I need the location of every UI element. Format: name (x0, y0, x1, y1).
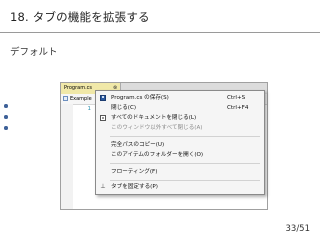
tab-context-menu: Program.cs の保存(S) Ctrl+S 閉じる(C) Ctrl+F4 … (95, 90, 265, 195)
page-number: 33/51 (285, 224, 311, 234)
slide: 18. タブの機能を拡張する デフォルト Program.cs ⊗ Exampl… (0, 0, 320, 240)
menu-item-label: Program.cs の保存(S) (111, 95, 169, 101)
title-divider (0, 32, 320, 33)
menu-item-close[interactable]: 閉じる(C) Ctrl+F4 (96, 103, 264, 113)
menu-item-pin-tab[interactable]: ⊥ タブを固定する(P) (96, 182, 264, 192)
save-icon (100, 95, 106, 101)
nav-dropdown-label[interactable]: Example (70, 94, 92, 104)
bullet-dot (4, 126, 8, 130)
menu-item-label: 閉じる(C) (111, 105, 137, 111)
menu-item-save[interactable]: Program.cs の保存(S) Ctrl+S (96, 93, 264, 103)
bullet-dot (4, 115, 8, 119)
menu-item-open-containing-folder[interactable]: このアイテムのフォルダーを開く(O) (96, 150, 264, 160)
menu-separator (110, 136, 260, 137)
editor-gutter (61, 104, 73, 209)
pin-icon: ⊥ (100, 183, 106, 190)
line-number: 1 (87, 106, 92, 112)
side-bullets (0, 100, 12, 160)
menu-separator (110, 163, 260, 164)
slide-subtitle: デフォルト (10, 47, 58, 58)
menu-item-copy-full-path[interactable]: 完全パスのコピー(U) (96, 140, 264, 150)
menu-item-label: すべてのドキュメントを閉じる(L) (111, 115, 197, 121)
menu-item-label: このアイテムのフォルダーを開く(O) (111, 152, 204, 158)
menu-item-label: このウィンドウ以外すべて閉じる(A) (111, 125, 203, 131)
menu-item-float[interactable]: フローティング(F) (96, 167, 264, 177)
menu-item-label: タブを固定する(P) (111, 184, 158, 190)
bullet-dot (4, 104, 8, 108)
slide-title: 18. タブの機能を拡張する (10, 10, 150, 24)
class-icon (63, 96, 68, 101)
tab-label: Program.cs (64, 85, 93, 91)
close-all-icon (100, 115, 106, 121)
menu-item-close-all-but-this: このウィンドウ以外すべて閉じる(A) (96, 123, 264, 133)
menu-item-shortcut: Ctrl+S (227, 95, 246, 101)
menu-item-label: 完全パスのコピー(U) (111, 142, 165, 148)
menu-separator (110, 180, 260, 181)
menu-item-shortcut: Ctrl+F4 (227, 105, 249, 111)
menu-item-close-all-documents[interactable]: すべてのドキュメントを閉じる(L) (96, 113, 264, 123)
menu-item-label: フローティング(F) (111, 169, 158, 175)
